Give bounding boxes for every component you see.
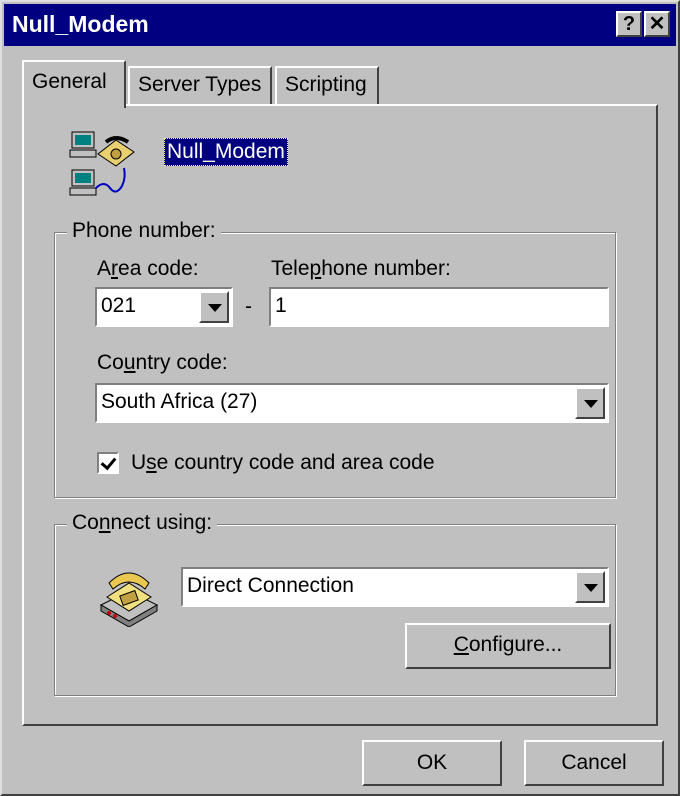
entry-name[interactable]: Null_Modem [164,138,288,166]
phone-number-group: Phone number: Area code: 021 - Telephone… [54,219,616,498]
tab-server-types[interactable]: Server Types [128,66,272,104]
area-code-dropdown-button[interactable] [199,291,229,323]
title-bar[interactable]: Null_Modem ? ✕ [4,4,676,46]
dialog-window: Null_Modem ? ✕ General Server Types Scri… [0,0,680,796]
telephone-number-label: Telephone number: [271,257,451,280]
telephone-number-input[interactable]: 1 [269,287,609,327]
networked-computers-phone-icon [69,131,135,196]
country-code-dropdown-button[interactable] [575,387,605,419]
phone-number-group-label: Phone number: [67,219,221,243]
use-codes-checkbox[interactable] [97,452,119,474]
area-code-separator: - [245,295,252,318]
area-code-value: 021 [101,294,137,317]
tab-scripting[interactable]: Scripting [275,66,379,104]
country-code-label: Country code: [97,351,228,374]
general-tab-panel: Null_Modem Phone number: Area code: 021 … [22,104,658,726]
configure-button[interactable]: Configure... [405,623,611,669]
area-code-label: Area code: [97,257,199,280]
help-button[interactable]: ? [616,11,642,37]
window-title: Null_Modem [12,11,149,37]
telephone-icon [99,572,159,627]
connect-device-dropdown-button[interactable] [575,571,605,603]
tab-general[interactable]: General [22,60,126,108]
cancel-button[interactable]: Cancel [524,740,664,786]
close-button[interactable]: ✕ [644,11,670,37]
connect-using-group: Connect using: Direct Connection Configu… [54,511,616,696]
country-code-combo[interactable]: South Africa (27) [95,383,609,423]
connect-device-combo[interactable]: Direct Connection [181,567,609,607]
use-codes-label[interactable]: Use country code and area code [131,451,435,475]
ok-button[interactable]: OK [362,740,502,786]
country-code-value: South Africa (27) [101,390,258,413]
connect-using-group-label: Connect using: [67,511,218,535]
area-code-combo[interactable]: 021 [95,287,233,327]
connect-device-value: Direct Connection [187,574,354,597]
